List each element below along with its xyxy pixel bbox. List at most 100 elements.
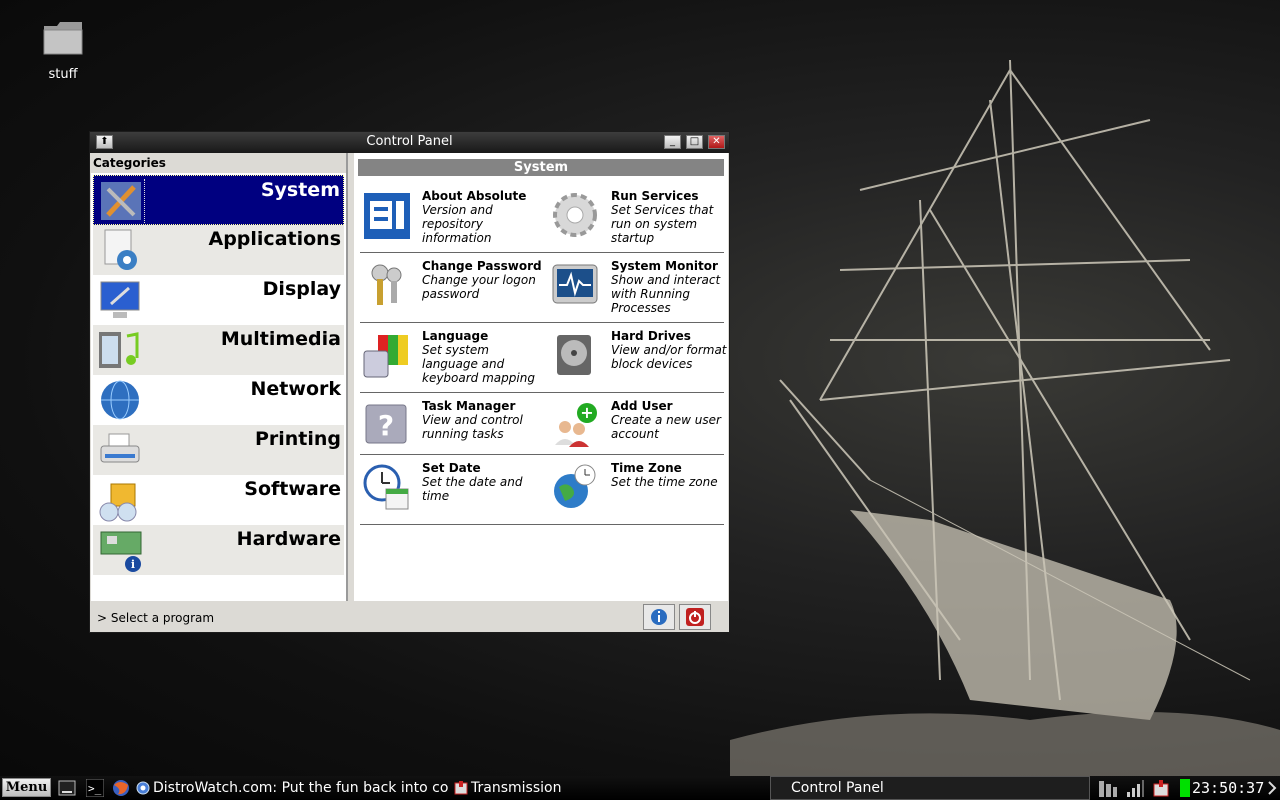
hardware-icon: i [100,531,142,572]
applications-icon [104,229,137,270]
category-label: Applications [208,228,342,250]
program-hard-drives[interactable]: Hard Drives View and/or format block dev… [551,329,731,389]
programs-row: Language Set system language and keyboar… [360,323,727,393]
minimize-icon: _ [670,136,675,147]
close-icon: ✕ [712,136,721,147]
category-printing[interactable]: Printing [93,425,344,475]
network-signal-icon[interactable] [1126,779,1144,797]
program-title: Time Zone [611,461,682,475]
power-icon [686,608,704,626]
hard-drive-icon [557,335,591,375]
transmission-tray-icon[interactable] [1152,779,1170,797]
category-display[interactable]: Display [93,275,344,325]
chevron-right-icon[interactable] [1266,779,1278,797]
terminal-icon[interactable]: >_ [86,779,104,797]
task-control-panel[interactable]: Control Panel [770,776,1090,800]
transmission-icon [454,781,468,795]
control-panel-window: ⬆ Control Panel _ □ ✕ Categories System [89,131,730,633]
category-software[interactable]: Software [93,475,344,525]
program-time-zone[interactable]: Time Zone Set the time zone [551,461,731,521]
window-titlebar[interactable]: ⬆ Control Panel _ □ ✕ [90,132,729,153]
maximize-button[interactable]: □ [686,135,703,149]
category-label: Multimedia [220,328,341,350]
taskbar: Menu >_ DistroWatch.com: Put the fun bac… [0,776,1280,800]
program-description: Set Services that run on system startup [611,203,714,245]
show-desktop-icon[interactable] [58,779,76,797]
window-title: Control Panel [366,134,453,149]
info-button[interactable] [643,604,675,630]
gear-icon [553,193,597,237]
program-title: Task Manager [422,399,516,413]
program-title: Language [422,329,489,343]
program-title: Change Password [422,259,542,273]
wallpaper-ship-image [730,59,1280,780]
program-task-manager[interactable]: ? Task Manager View and control running … [362,399,542,459]
program-description: View and/or format block devices [611,343,727,371]
program-title: Hard Drives [611,329,691,343]
software-icon [99,483,137,522]
desktop-icon-stuff[interactable]: stuff [38,20,88,82]
category-label: System [260,179,340,201]
program-language[interactable]: Language Set system language and keyboar… [362,329,542,389]
minimize-button[interactable]: _ [664,135,681,149]
add-user-icon: + [555,403,597,447]
categories-pane: Categories System Applications Display M… [91,153,348,601]
program-run-services[interactable]: Run Services Set Services that run on sy… [551,189,731,249]
program-add-user[interactable]: + Add User Create a new user account [551,399,731,459]
program-description: Create a new user account [611,413,721,441]
programs-row: Set Date Set the date and time Time Zone… [360,455,724,525]
category-multimedia[interactable]: Multimedia [93,325,344,375]
program-system-monitor[interactable]: System Monitor Show and interact with Ru… [551,259,731,319]
status-text: > Select a program [97,611,215,625]
category-label: Display [262,278,341,300]
program-set-date[interactable]: Set Date Set the date and time [362,461,542,521]
program-about-absolute[interactable]: About Absolute Version and repository in… [362,189,542,249]
svg-text:i: i [131,558,135,571]
program-description: Show and interact with Running Processes [611,273,721,315]
keys-icon [371,264,402,305]
info-icon [651,609,667,625]
close-button[interactable]: ✕ [708,135,725,149]
folder-icon [43,22,83,55]
globe-clock-icon [554,464,596,508]
task-label: Transmission [471,780,562,796]
cpu-meter-icon [1099,781,1117,797]
programs-row: ? Task Manager View and control running … [360,393,724,455]
task-distrowatch[interactable]: DistroWatch.com: Put the fun back into c… [136,776,448,800]
quit-button[interactable] [679,604,711,630]
category-label: Software [244,478,341,500]
programs-row: About Absolute Version and repository in… [360,183,724,253]
category-label: Printing [254,428,341,450]
task-label: Control Panel [791,780,884,796]
programs-grid: About Absolute Version and repository in… [360,183,727,525]
printer-icon [100,433,140,463]
categories-list: System Applications Display Multimedia N… [93,175,344,575]
program-change-password[interactable]: Change Password Change your logon passwo… [362,259,542,319]
categories-header: Categories [91,153,346,173]
desktop-icon-label: stuff [48,67,78,82]
programs-pane: System About Absolute Version and reposi… [354,153,728,601]
category-network[interactable]: Network [93,375,344,425]
section-title: System [358,159,724,176]
category-hardware[interactable]: i Hardware [93,525,344,575]
program-description: Version and repository information [422,203,493,245]
svg-text:?: ? [378,409,394,442]
maximize-icon: □ [689,136,700,147]
category-system[interactable]: System [93,175,344,225]
start-menu-button[interactable]: Menu [2,778,51,797]
svg-text:+: + [580,403,593,422]
system-tools-icon [98,179,145,223]
program-description: View and control running tasks [422,413,523,441]
programs-row: Change Password Change your logon passwo… [360,253,724,323]
program-title: Set Date [422,461,481,475]
program-description: Set system language and keyboard mapping [422,343,535,385]
clock[interactable]: 23:50:37 [1192,776,1264,800]
language-icon [363,335,408,378]
task-transmission[interactable]: Transmission [454,776,564,800]
firefox-icon[interactable] [112,779,130,797]
category-applications[interactable]: Applications [93,225,344,275]
display-icon [100,281,140,318]
category-label: Hardware [236,528,341,550]
program-description: Set the date and time [422,475,523,503]
program-title: About Absolute [422,189,527,203]
